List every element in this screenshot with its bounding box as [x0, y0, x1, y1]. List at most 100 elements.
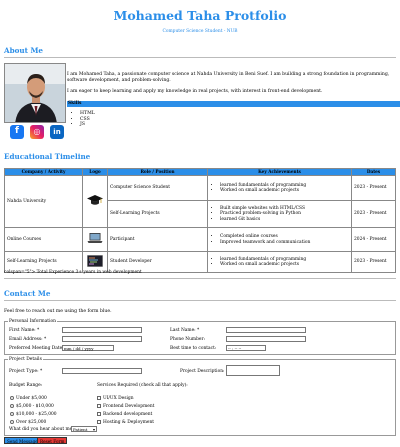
timeline-heading: Educational Timeline [4, 152, 91, 161]
checkbox[interactable] [97, 396, 101, 400]
facebook-icon[interactable]: f [10, 125, 24, 139]
chevron-down-icon: ▾ [92, 427, 95, 432]
achievement-item: Improved teamwork and communication [220, 240, 349, 246]
experience-note: colspan="5"> Total Experience 3+ years i… [4, 270, 142, 275]
achievement-item: Worked on small academic projects [220, 188, 349, 194]
skills-header: Skills [67, 101, 400, 107]
skill-item: HTML [80, 111, 95, 117]
dates-cell: 2023 - Present [351, 251, 396, 273]
radio-button[interactable] [10, 396, 14, 400]
first-name-input[interactable] [62, 327, 142, 333]
about-text: I am Mohamed Taha, a passionate computer… [67, 72, 394, 101]
phone-input[interactable] [226, 336, 306, 342]
column-header: Key Achievements [207, 168, 352, 176]
skills-list: HTML CSS JS [72, 111, 95, 128]
email-input[interactable] [62, 336, 142, 342]
dates-cell: 2024 - Present [351, 227, 396, 252]
dates-cell: 2023 - Present [351, 175, 396, 201]
graduation-cap-icon [82, 175, 108, 228]
about-heading: About Me [4, 46, 43, 55]
service-option-label: Backend development [103, 412, 153, 417]
role-cell: Computer Science Student [107, 175, 208, 201]
linkedin-icon[interactable]: in [50, 125, 64, 139]
about-paragraph-2: I am eager to keep learning and apply my… [67, 89, 323, 95]
achievement-item: Worked on small academic projects [220, 262, 349, 268]
checkbox[interactable] [97, 412, 101, 416]
achievements-cell: Completed online courses Improved teamwo… [207, 227, 352, 252]
radio-button[interactable] [10, 420, 14, 424]
table-row: Nahda University Computer Science Studen… [4, 175, 396, 228]
budget-option-label: $10,000 - $25,000 [16, 412, 57, 417]
column-header: Dates [351, 168, 396, 176]
table-header-row: Company / Activity Logo Role / Position … [4, 168, 396, 176]
best-time-input[interactable]: -- : -- -- [226, 345, 266, 351]
company-cell: Online Courses [4, 227, 83, 252]
service-option[interactable]: Frontend Development [97, 404, 154, 410]
role-cell: Self-Learning Projects [107, 200, 208, 228]
achievement-item: learned Git basics [220, 217, 349, 223]
budget-option[interactable]: Over $25,000 [10, 420, 46, 426]
budget-option-label: $5,000 - $10,000 [16, 404, 54, 409]
achievements-cell: learned fundamentals of programming Work… [207, 251, 352, 273]
profile-photo [4, 63, 66, 123]
column-header: Company / Activity [4, 168, 83, 176]
email-label: Email Address: * [9, 337, 47, 342]
personal-info-legend: Personal Information [9, 319, 56, 324]
laptop-icon [82, 227, 108, 252]
about-paragraph-1: I am Mohamed Taha, a passionate computer… [67, 72, 390, 83]
checkbox[interactable] [97, 404, 101, 408]
company-cell: Nahda University [4, 175, 83, 228]
best-time-label: Best time to contact: [170, 346, 217, 351]
last-name-label: Last Name: * [170, 328, 200, 333]
service-option[interactable]: Backend development [97, 412, 152, 418]
project-description-label: Project Description: * [180, 369, 229, 374]
contact-heading: Contact Me [4, 289, 51, 298]
divider [4, 278, 396, 279]
achievements-cell: Built simple websites with HTML/CSS Prac… [207, 200, 352, 228]
service-option[interactable]: UI/UX Design [97, 396, 134, 402]
budget-label: Budget Range: [9, 383, 43, 388]
project-type-input[interactable] [62, 368, 142, 374]
role-cell: Participant [107, 227, 208, 252]
budget-option[interactable]: $5,000 - $10,000 [10, 404, 54, 410]
budget-option-label: Under $5,000 [16, 396, 47, 401]
services-label: Services Required (check all that apply)… [97, 383, 188, 388]
contact-intro: Feel free to reach out me using the form… [4, 309, 112, 314]
send-message-button[interactable]: Send Message [4, 437, 41, 444]
instagram-icon[interactable]: ◎ [30, 125, 44, 139]
phone-label: Phone Number: [170, 337, 206, 342]
service-option-label: Hosting & Deployment [103, 420, 155, 425]
last-name-input[interactable] [226, 327, 306, 333]
budget-option[interactable]: Under $5,000 [10, 396, 47, 402]
column-header: Role / Position [107, 168, 208, 176]
divider [4, 57, 396, 58]
page-subtitle: Computer Science Student - NUB [162, 29, 238, 34]
meeting-date-label: Preferred Meeting Date: [9, 346, 64, 351]
first-name-label: First Name: * [9, 328, 40, 333]
skill-item: JS [80, 122, 95, 128]
radio-button[interactable] [10, 412, 14, 416]
dates-cell: 2023 - Present [351, 200, 396, 228]
column-header: Logo [82, 168, 108, 176]
budget-option-label: Over $25,000 [16, 420, 47, 425]
budget-option[interactable]: $10,000 - $25,000 [10, 412, 57, 418]
timeline-table: Company / Activity Logo Role / Position … [4, 168, 396, 273]
social-links: f ◎ in [10, 125, 64, 139]
heard-about-select[interactable]: Patient ▾ [71, 426, 97, 432]
achievements-cell: learned fundamentals of programming Work… [207, 175, 352, 201]
project-type-label: Project Type: * [9, 369, 43, 374]
heard-about-value: Patient [73, 427, 88, 432]
divider [4, 300, 396, 301]
service-option-label: UI/UX Design [103, 396, 134, 401]
table-row: Online Courses Participant Completed onl… [4, 227, 396, 252]
project-description-textarea[interactable] [226, 365, 280, 376]
page-title: Mohamed Taha Protfolio [113, 8, 287, 23]
reset-form-button[interactable]: Reset Form [37, 437, 68, 444]
checkbox[interactable] [97, 420, 101, 424]
meeting-date-input[interactable]: mm / dd / yyyy [62, 345, 114, 351]
service-option[interactable]: Hosting & Deployment [97, 420, 154, 426]
service-option-label: Frontend Development [103, 404, 155, 409]
radio-button[interactable] [10, 404, 14, 408]
project-details-legend: Project Details [9, 357, 42, 362]
heard-about-label: What did you hear about me ? [9, 427, 76, 432]
